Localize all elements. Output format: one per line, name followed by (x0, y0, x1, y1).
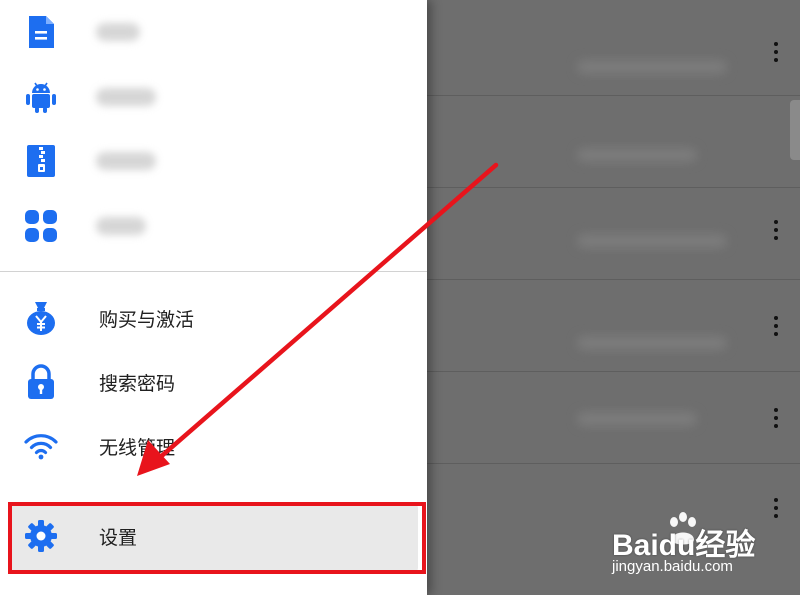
android-icon (22, 78, 60, 116)
drawer-item-search-password[interactable]: 搜索密码 (0, 350, 427, 414)
highlight-box (8, 502, 426, 574)
lock-icon (22, 363, 60, 401)
list-item[interactable] (427, 372, 800, 464)
scrollbar-handle[interactable] (790, 100, 800, 160)
more-options-icon[interactable] (772, 408, 780, 432)
more-options-icon[interactable] (772, 316, 780, 340)
blurred-label (96, 23, 140, 41)
wifi-icon (22, 427, 60, 465)
background-file-list (427, 0, 800, 595)
drawer-item-apk[interactable] (0, 65, 427, 129)
drawer-item-label: 搜索密码 (99, 372, 176, 395)
blurred-text (577, 148, 697, 162)
drawer-item-label: 购买与激活 (99, 308, 195, 331)
blurred-label (96, 88, 156, 106)
more-options-icon[interactable] (772, 42, 780, 66)
blurred-text (577, 234, 727, 248)
blurred-text (577, 336, 727, 350)
drawer-item-documents[interactable] (0, 0, 427, 64)
document-icon (22, 13, 60, 51)
drawer-item-apps[interactable] (0, 194, 427, 258)
baidu-jingyan-watermark: Baidu经验 jingyan.baidu.com (612, 510, 792, 580)
list-item[interactable] (427, 96, 800, 188)
drawer-divider (0, 271, 427, 272)
list-item[interactable] (427, 280, 800, 372)
apps-grid-icon (22, 207, 60, 245)
list-item[interactable] (427, 4, 800, 96)
money-bag-icon (22, 299, 60, 337)
drawer-item-wireless-management[interactable]: 无线管理 (0, 414, 427, 478)
blurred-text (577, 412, 697, 426)
list-item[interactable] (427, 188, 800, 280)
drawer-item-label: 无线管理 (99, 436, 176, 459)
more-options-icon[interactable] (772, 220, 780, 244)
blurred-label (96, 217, 146, 235)
drawer-item-purchase-activation[interactable]: 购买与激活 (0, 286, 427, 350)
drawer-item-archives[interactable] (0, 129, 427, 193)
zip-archive-icon (22, 142, 60, 180)
blurred-label (96, 152, 156, 170)
watermark-url: jingyan.baidu.com (612, 558, 733, 575)
blurred-text (577, 60, 727, 74)
